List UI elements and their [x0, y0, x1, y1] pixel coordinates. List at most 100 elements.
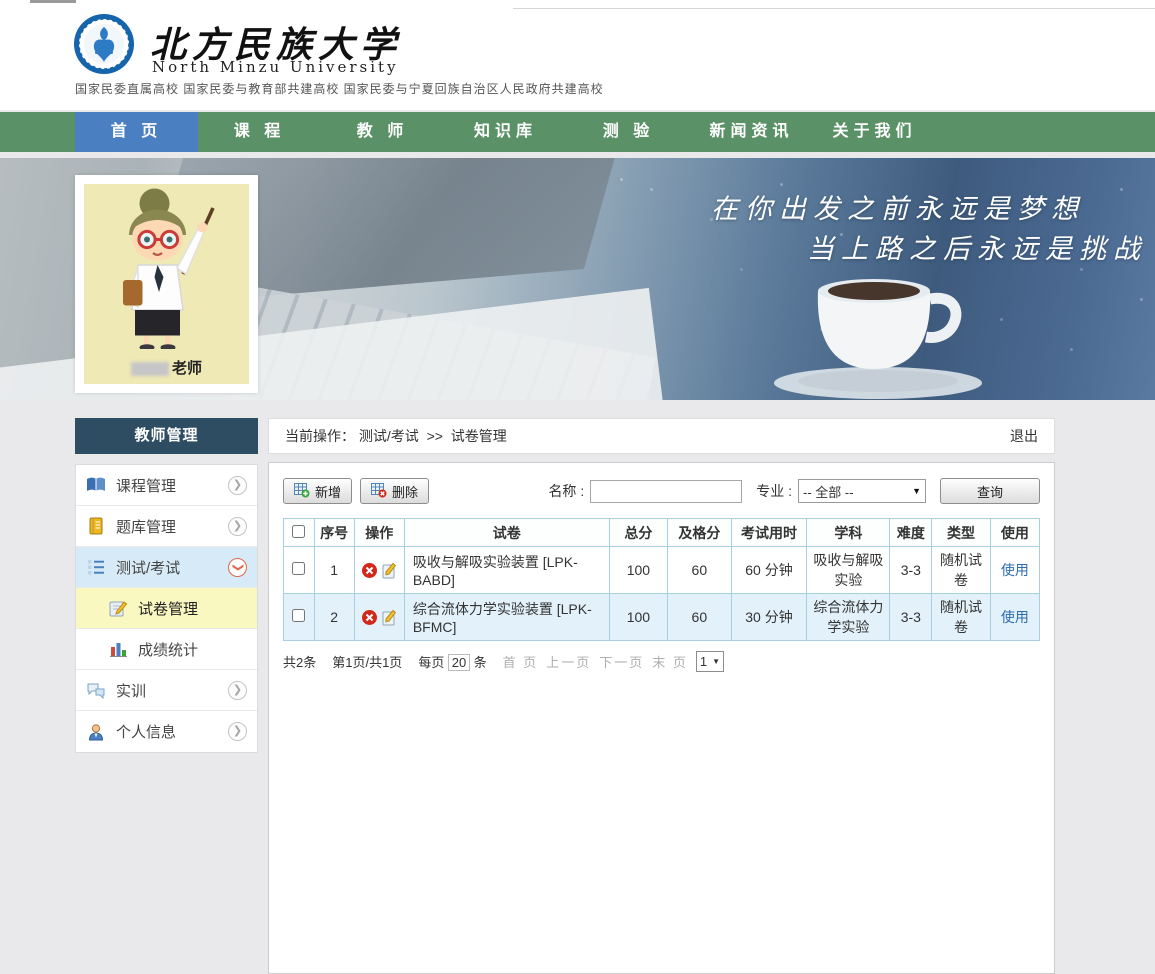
cell-subject: 吸收与解吸实验: [807, 547, 890, 594]
total-count: 共2条: [283, 652, 316, 671]
per-page-input[interactable]: 20: [448, 654, 470, 671]
row-checkbox[interactable]: [292, 609, 305, 622]
cell-duration: 30 分钟: [731, 594, 807, 641]
cell-pass: 60: [668, 594, 732, 641]
cell-ops: [354, 547, 404, 594]
bar-chart-icon: [108, 640, 128, 658]
sidebar-item-6[interactable]: 个人信息❯: [76, 711, 257, 752]
table-row: 2综合流体力学实验装置 [LPK-BFMC]1006030 分钟综合流体力学实验…: [284, 594, 1040, 641]
use-link[interactable]: 使用: [990, 547, 1039, 594]
sidebar-item-2[interactable]: 测试/考试❯: [76, 547, 257, 588]
pager-link-1[interactable]: 上一页: [546, 655, 591, 670]
sidebar-item-5[interactable]: 实训❯: [76, 670, 257, 711]
major-select[interactable]: -- 全部 -- ▼: [798, 479, 926, 503]
chevron-right-icon: ❯: [228, 722, 247, 741]
name-label: 名称 :: [548, 481, 584, 501]
cell-paper: 吸收与解吸实验装置 [LPK-BABD]: [404, 547, 609, 594]
col-header-6: 学科: [807, 519, 890, 547]
sidebar-item-label: 个人信息: [116, 721, 228, 742]
cell-total: 100: [609, 594, 667, 641]
list-icon: [86, 558, 106, 576]
breadcrumb-page: 试卷管理: [451, 428, 507, 444]
sidebar-item-0[interactable]: 课程管理❯: [76, 465, 257, 506]
major-label: 专业 :: [756, 481, 792, 501]
slogan-line-2: 当上路之后永远是挑战: [711, 230, 1147, 270]
nav-tab-3[interactable]: 知识库: [444, 112, 567, 152]
sidebar-item-1[interactable]: 题库管理❯: [76, 506, 257, 547]
per-page: 每页 20 条: [418, 652, 486, 671]
toolbar: 新增 删除 名称 : 专业 : -- 全部 -- ▼ 查询: [283, 477, 1040, 505]
pager-link-2[interactable]: 下一页: [599, 655, 644, 670]
nav-tab-6[interactable]: 关于我们: [813, 112, 936, 152]
delete-button[interactable]: 删除: [360, 478, 429, 504]
cell-no: 1: [314, 547, 354, 594]
delete-row-icon[interactable]: [361, 562, 378, 579]
divider-line: [513, 8, 1155, 9]
add-button[interactable]: 新增: [283, 478, 352, 504]
use-link[interactable]: 使用: [990, 594, 1039, 641]
chevron-right-icon: ❯: [228, 476, 247, 495]
select-all-checkbox[interactable]: [292, 525, 305, 538]
nav-tab-2[interactable]: 教 师: [321, 112, 444, 152]
breadcrumb: 退出 当前操作： 测试/考试 >> 试卷管理: [268, 418, 1055, 454]
col-header-0: 序号: [314, 519, 354, 547]
book-icon: [86, 476, 106, 494]
col-header-2: 试卷: [404, 519, 609, 547]
col-header-3: 总分: [609, 519, 667, 547]
pager-link-0[interactable]: 首 页: [503, 655, 539, 670]
name-input[interactable]: [590, 480, 742, 503]
sidebar: 教师管理 课程管理❯题库管理❯测试/考试❯试卷管理成绩统计实训❯个人信息❯: [75, 418, 258, 753]
cell-no: 2: [314, 594, 354, 641]
page-select[interactable]: 1 ▼: [696, 651, 724, 672]
chevron-right-icon: ❯: [228, 681, 247, 700]
exam-paper-table: 序号操作试卷总分及格分考试用时学科难度类型使用 1吸收与解吸实验装置 [LPK-…: [283, 518, 1040, 641]
sidebar-title: 教师管理: [75, 418, 258, 454]
teacher-name-label: 老师: [84, 357, 249, 378]
teacher-avatar-image: [84, 184, 249, 349]
pager-link-3[interactable]: 末 页: [652, 655, 688, 670]
col-header-4: 及格分: [668, 519, 732, 547]
sidebar-item-3[interactable]: 试卷管理: [76, 588, 257, 629]
edit-row-icon[interactable]: [380, 609, 397, 626]
nav-tab-5[interactable]: 新闻资讯: [690, 112, 813, 152]
teacher-avatar-card: 老师: [75, 175, 258, 393]
row-checkbox[interactable]: [292, 562, 305, 575]
delete-row-icon[interactable]: [361, 609, 378, 626]
university-tagline: 国家民委直属高校 国家民委与教育部共建高校 国家民委与宁夏回族自治区人民政府共建…: [75, 80, 604, 97]
nav-tab-1[interactable]: 课 程: [198, 112, 321, 152]
search-button[interactable]: 查询: [940, 478, 1040, 504]
cell-paper: 综合流体力学实验装置 [LPK-BFMC]: [404, 594, 609, 641]
page-info: 第1页/共1页: [332, 652, 402, 671]
cell-difficulty: 3-3: [890, 594, 932, 641]
breadcrumb-separator: >>: [427, 428, 443, 444]
nav-tab-0[interactable]: 首 页: [75, 112, 198, 152]
use-link[interactable]: 使用: [1001, 562, 1029, 578]
col-header-9: 使用: [990, 519, 1039, 547]
nav-tab-4[interactable]: 测 验: [567, 112, 690, 152]
sidebar-item-label: 测试/考试: [116, 557, 228, 578]
logout-link[interactable]: 退出: [1010, 419, 1038, 453]
cell-pass: 60: [668, 547, 732, 594]
university-logo: [73, 13, 135, 75]
pagination: 共2条 第1页/共1页 每页 20 条 首 页上一页下一页末 页 1 ▼: [283, 651, 1040, 672]
banner-slogan: 在你出发之前永远是梦想 当上路之后永远是挑战: [711, 190, 1147, 270]
cell-ops: [354, 594, 404, 641]
col-header-7: 难度: [890, 519, 932, 547]
edit-row-icon[interactable]: [380, 562, 397, 579]
cell-total: 100: [609, 547, 667, 594]
table-row: 1吸收与解吸实验装置 [LPK-BABD]1006060 分钟吸收与解吸实验3-…: [284, 547, 1040, 594]
notebook-icon: [86, 517, 106, 535]
table-delete-icon: [371, 482, 387, 501]
col-header-1: 操作: [354, 519, 404, 547]
chevron-down-icon: ❯: [228, 558, 247, 577]
table-add-icon: [294, 482, 310, 501]
breadcrumb-prefix: 当前操作：: [285, 428, 355, 444]
breadcrumb-section: 测试/考试: [359, 428, 419, 444]
edit-note-icon: [108, 599, 128, 617]
col-header-5: 考试用时: [731, 519, 807, 547]
use-link[interactable]: 使用: [1001, 609, 1029, 625]
sidebar-item-4[interactable]: 成绩统计: [76, 629, 257, 670]
raindrops-photo: [620, 178, 623, 181]
person-icon: [86, 723, 106, 741]
dropdown-arrow-icon: ▼: [912, 486, 921, 496]
